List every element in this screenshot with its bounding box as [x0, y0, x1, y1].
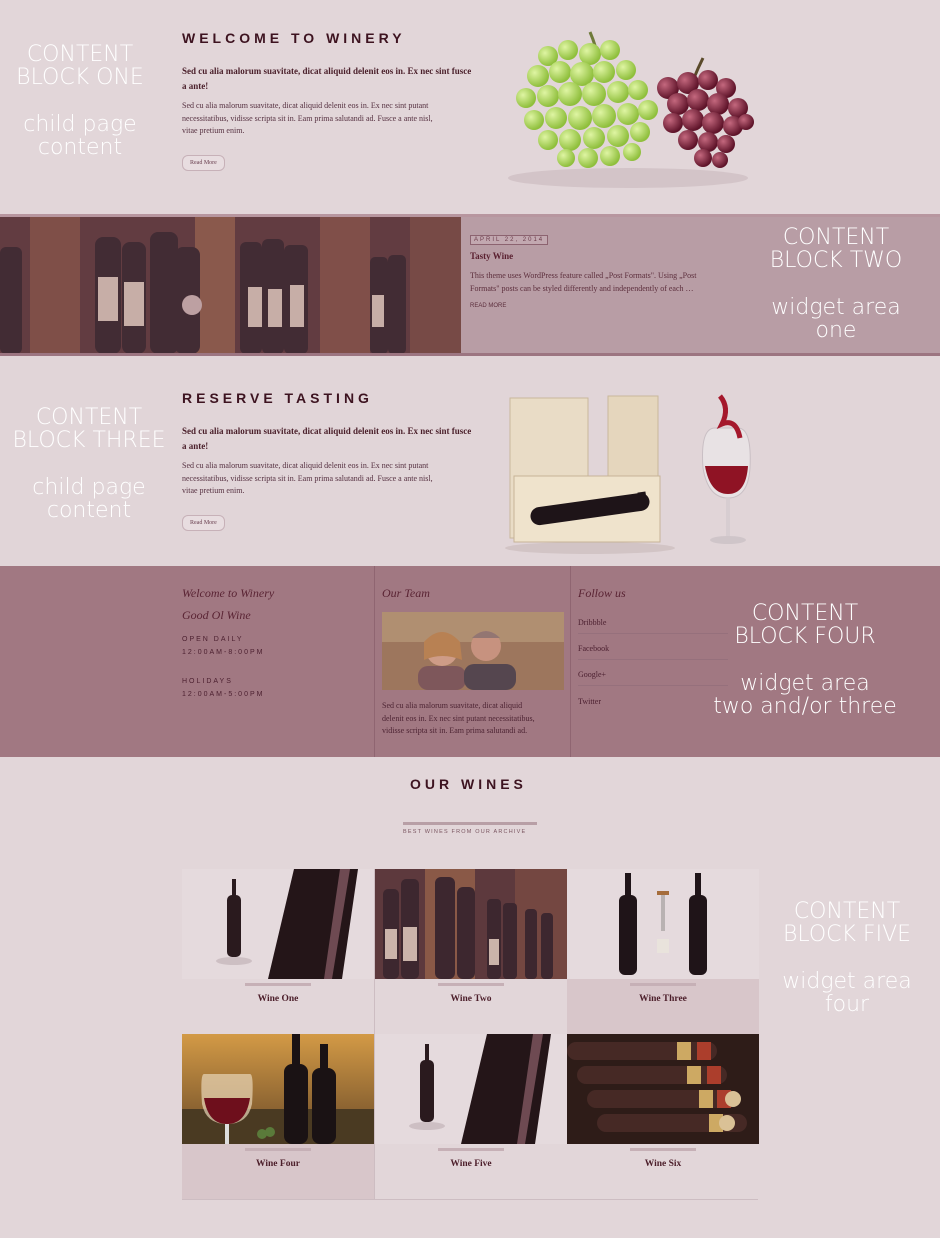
winery-widget-title: Welcome to Winery [182, 586, 275, 600]
team-photo-image [382, 612, 564, 690]
block-label-line: content [37, 135, 123, 160]
wine-card[interactable]: Wine One [182, 869, 374, 1034]
wine-name[interactable]: Wine One [182, 994, 374, 1004]
block-four-label: CONTENT BLOCK FOUR widget area two and/o… [700, 602, 910, 718]
wine-divider [630, 1148, 696, 1151]
body-line: vitae pretium enim. [182, 486, 245, 495]
block-label-line: two and/or three [713, 694, 897, 719]
wine-divider [630, 983, 696, 986]
block-label-line: content [46, 498, 132, 523]
wine-divider [438, 1148, 504, 1151]
block-label-line: widget area [782, 969, 912, 994]
wine-two-image [375, 869, 567, 979]
block-label-line: CONTENT [782, 225, 890, 250]
block-label-line: BLOCK FOUR [734, 624, 876, 649]
team-text-line: Sed cu alia malorum suavitate, dicat ali… [382, 701, 523, 710]
body-line: Sed cu alia malorum suavitate, dicat ali… [182, 461, 429, 470]
body-line: necessitatibus, vidisse scripta sit in. … [182, 113, 433, 123]
block-label-line: one [815, 318, 857, 343]
hours-label: HOLIDAYS [182, 678, 233, 685]
post-date-badge: APRIL 22, 2014 [470, 235, 549, 245]
block-label-line: widget area [771, 295, 901, 320]
wine-one-image [182, 869, 374, 979]
block-five-label: CONTENT BLOCK FIVE widget area four [772, 900, 922, 1016]
post-title[interactable]: Tasty Wine [470, 251, 513, 261]
reserve-body: Sed cu alia malorum suavitate, dicat ali… [182, 460, 482, 498]
wine-card[interactable]: Wine Five [375, 1034, 567, 1199]
block-label-line: child page [32, 475, 146, 500]
welcome-body: Sed cu alia malorum suavitate, dicat ali… [182, 100, 482, 138]
team-text: Sed cu alia malorum suavitate, dicat ali… [382, 700, 572, 738]
welcome-heading: WELCOME TO WINERY [182, 30, 406, 46]
our-wines-subheading: BEST WINES FROM OUR ARCHIVE [403, 829, 527, 835]
intro-line: a ante! [182, 441, 209, 451]
reserve-intro: Sed cu alia malorum suavitate, dicat ali… [182, 424, 482, 454]
block-label-line: CONTENT [751, 601, 859, 626]
wine-name[interactable]: Wine Six [567, 1159, 759, 1169]
excerpt-line: This theme uses WordPress feature called… [470, 271, 697, 280]
wine-card[interactable]: Wine Six [567, 1034, 759, 1199]
block-label-line: CONTENT [35, 405, 143, 430]
team-text-line: vidisse scripta sit in. Eam prima saluta… [382, 726, 528, 735]
team-text-line: delenit eos in. Ex nec sint putant neces… [382, 713, 535, 723]
block-one-label: CONTENT BLOCK ONE child page content [10, 43, 150, 159]
wine-card[interactable]: Wine Three [567, 869, 759, 1034]
wine-name[interactable]: Wine Three [567, 994, 759, 1004]
intro-line: Sed cu alia malorum suavitate, dicat ali… [182, 426, 472, 436]
wine-divider [245, 1148, 311, 1151]
body-line: vitae pretium enim. [182, 126, 245, 135]
block-label-line: widget area [740, 671, 870, 696]
body-line: necessitatibus, vidisse scripta sit in. … [182, 473, 433, 483]
wine-name[interactable]: Wine Two [375, 994, 567, 1004]
wine-name[interactable]: Wine Five [375, 1159, 567, 1169]
block-three-label: CONTENT BLOCK THREE child page content [4, 406, 174, 522]
wine-three-image [567, 869, 759, 979]
column-divider [374, 566, 375, 757]
wine-card[interactable]: Wine Two [375, 869, 567, 1034]
wine-five-image [375, 1034, 567, 1144]
wine-box-and-glass-image [505, 394, 751, 554]
winery-widget-subtitle: Good Ol Wine [182, 608, 251, 622]
hours-label: OPEN DAILY [182, 636, 244, 643]
hours-value: 12:00AM-8:00PM [182, 649, 265, 656]
follow-widget-title: Follow us [578, 586, 626, 600]
grapes-image [508, 31, 754, 188]
intro-line: a ante! [182, 81, 209, 91]
block-label-line: CONTENT [26, 42, 134, 67]
block-label-line: CONTENT [793, 899, 901, 924]
team-widget-title: Our Team [382, 586, 430, 600]
body-line: Sed cu alia malorum suavitate, dicat ali… [182, 101, 429, 110]
read-more-button[interactable]: Read More [182, 155, 225, 171]
post-excerpt: This theme uses WordPress feature called… [470, 270, 740, 295]
block-label-line: four [824, 992, 870, 1017]
welcome-intro: Sed cu alia malorum suavitate, dicat ali… [182, 64, 482, 94]
block-label-line: BLOCK ONE [16, 65, 144, 90]
intro-line: Sed cu alia malorum suavitate, dicat ali… [182, 66, 472, 76]
wine-card[interactable]: Wine Four [182, 1034, 374, 1199]
wine-divider [245, 983, 311, 986]
excerpt-line: Formats" posts can be styled differently… [470, 283, 694, 293]
reserve-heading: RESERVE TASTING [182, 390, 373, 406]
block-label-line: BLOCK TWO [769, 248, 903, 273]
post-read-more-link[interactable]: READ MORE [470, 303, 506, 309]
our-wines-heading: OUR WINES [410, 776, 527, 792]
wine-divider [438, 983, 504, 986]
read-more-button[interactable]: Read More [182, 515, 225, 531]
heading-underline [403, 822, 537, 825]
block-label-line: BLOCK FIVE [782, 922, 912, 947]
wine-four-image [182, 1034, 374, 1144]
wine-six-image [567, 1034, 759, 1144]
block-label-line: BLOCK THREE [12, 428, 166, 453]
hours-value: 12:00AM-5:00PM [182, 691, 265, 698]
wine-name[interactable]: Wine Four [182, 1159, 374, 1169]
wine-shelf-image [0, 217, 461, 354]
block-two-label: CONTENT BLOCK TWO widget area one [756, 226, 916, 342]
block-label-line: child page [23, 112, 137, 137]
